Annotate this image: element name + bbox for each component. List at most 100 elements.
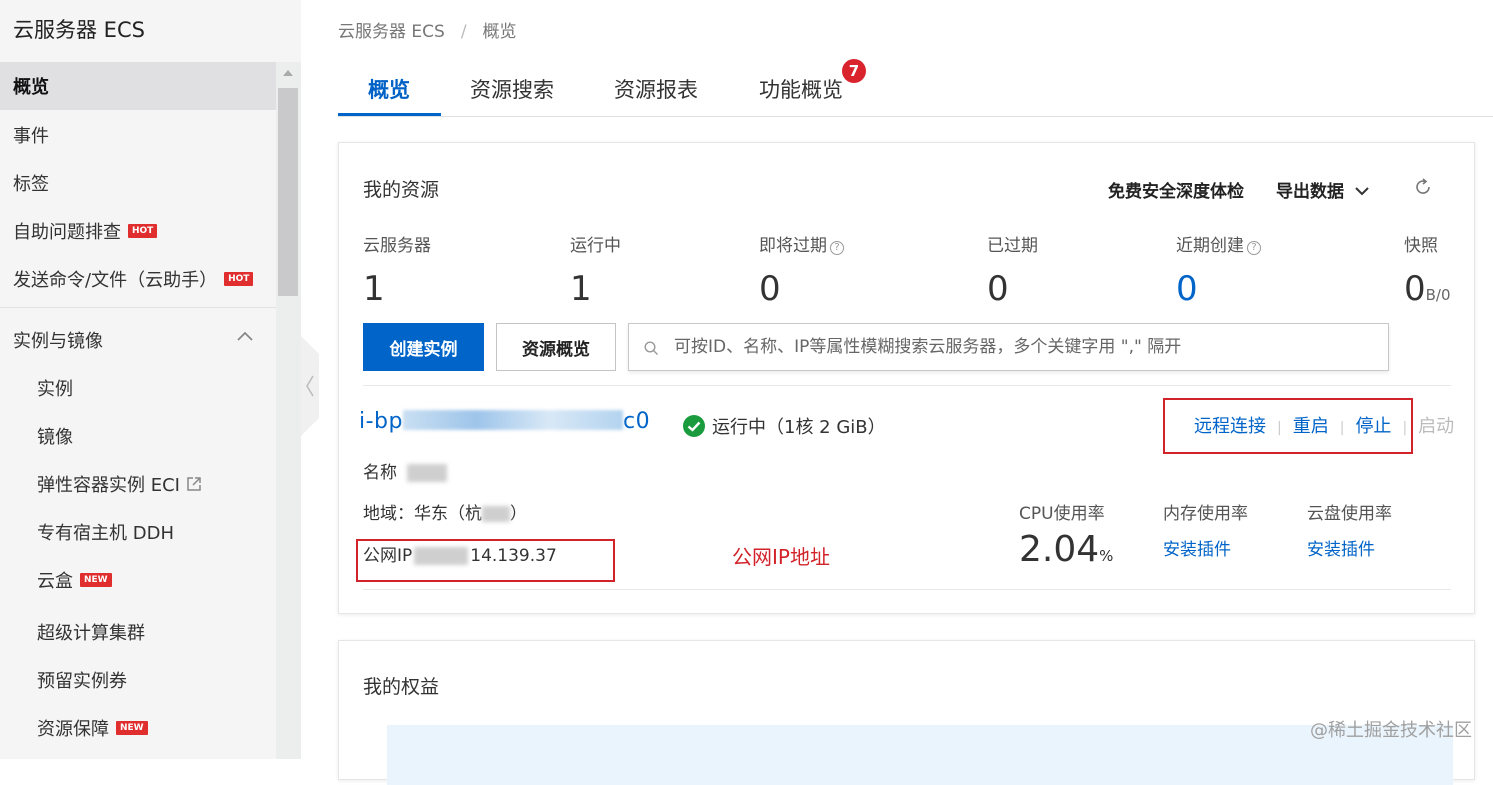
- tab-overview[interactable]: 概览: [368, 74, 410, 104]
- instance-status: 运行中（1核 2 GiB）: [682, 413, 886, 439]
- tab-resource-search[interactable]: 资源搜索: [470, 74, 554, 104]
- sidebar-item-label: 发送命令/文件（云助手）: [13, 270, 218, 291]
- sidebar-item-assurance[interactable]: 资源保障 NEW: [0, 704, 276, 752]
- export-data-dropdown[interactable]: 导出数据: [1276, 177, 1370, 202]
- sidebar-item-troubleshoot[interactable]: 自助问题排查 HOT: [0, 207, 276, 255]
- install-plugin-disk-link[interactable]: 安装插件: [1307, 535, 1375, 560]
- annotation-box-actions: [1163, 398, 1413, 454]
- sidebar-item-cloud-assistant[interactable]: 发送命令/文件（云助手） HOT: [0, 255, 276, 303]
- sidebar-item-eci[interactable]: 弹性容器实例 ECI: [0, 460, 276, 508]
- tab-resource-report[interactable]: 资源报表: [614, 74, 698, 104]
- stat-value-running[interactable]: 1: [570, 269, 592, 309]
- install-plugin-memory-link[interactable]: 安装插件: [1163, 535, 1231, 560]
- help-icon[interactable]: ?: [830, 241, 844, 255]
- stat-label-text: 即将过期: [759, 236, 827, 256]
- new-badge: NEW: [80, 573, 112, 587]
- instance-region: 地域：华东（杭 ）: [363, 499, 527, 524]
- redacted-text: [402, 410, 623, 430]
- create-instance-button[interactable]: 创建实例: [363, 323, 484, 371]
- refresh-icon[interactable]: [1413, 177, 1433, 197]
- breadcrumb-current: 概览: [482, 22, 517, 42]
- sidebar-item-cloudbox[interactable]: 云盒 NEW: [0, 556, 276, 604]
- sidebar-item-label: 镜像: [37, 427, 73, 448]
- stat-label-text: 近期创建: [1176, 236, 1244, 256]
- snapshot-value: 0: [1404, 269, 1426, 309]
- stat-value-expiring[interactable]: 0: [759, 269, 781, 309]
- new-badge: NEW: [116, 721, 148, 735]
- watermark: @稀土掘金技术社区: [1310, 720, 1472, 741]
- breadcrumb-root[interactable]: 云服务器 ECS: [338, 22, 445, 42]
- sidebar-scrollbar[interactable]: [276, 62, 301, 759]
- chevron-down-icon: [1355, 187, 1369, 196]
- sidebar-item-label: 自助问题排查: [13, 222, 121, 243]
- sidebar-item-label: 专有宿主机 DDH: [37, 523, 174, 544]
- stat-label-expired: 已过期: [987, 236, 1038, 256]
- instance-name: 名称: [363, 458, 447, 483]
- sidebar-group-label: 实例与镜像: [13, 331, 103, 352]
- search-box[interactable]: [628, 323, 1389, 371]
- check-circle-icon: [683, 415, 705, 437]
- breadcrumb-separator: /: [460, 22, 467, 42]
- card-title: 我的权益: [363, 676, 440, 698]
- chevron-up-icon: [237, 331, 253, 341]
- sidebar-item-tags[interactable]: 标签: [0, 159, 276, 207]
- sidebar-item-events[interactable]: 事件: [0, 111, 276, 159]
- snapshot-unit: B/0: [1425, 286, 1451, 304]
- divider: [363, 385, 1451, 386]
- stat-value-recent[interactable]: 0: [1176, 269, 1198, 309]
- sidebar-item-overview[interactable]: 概览: [0, 62, 276, 110]
- resource-overview-button[interactable]: 资源概览: [496, 323, 616, 371]
- instance-id-prefix: i-bp: [359, 409, 403, 434]
- tab-bar: 概览 资源搜索 资源报表 功能概览 7: [338, 56, 1493, 117]
- free-security-check-link[interactable]: 免费安全深度体检: [1108, 177, 1244, 202]
- stat-label-running: 运行中: [570, 236, 621, 256]
- sidebar-title: 云服务器 ECS: [13, 18, 145, 42]
- search-input[interactable]: [674, 324, 1374, 370]
- search-icon: [644, 341, 658, 355]
- sidebar-item-scc[interactable]: 超级计算集群: [0, 608, 276, 656]
- sidebar-item-instances[interactable]: 实例: [0, 364, 276, 412]
- sidebar-item-label: 弹性容器实例 ECI: [37, 475, 180, 496]
- active-tab-indicator: [338, 113, 441, 116]
- instance-id-link[interactable]: i-bp c0: [359, 409, 650, 434]
- sidebar-item-label: 标签: [13, 174, 49, 195]
- metric-label-memory: 内存使用率: [1163, 504, 1248, 524]
- card-title: 我的资源: [363, 179, 440, 201]
- help-icon[interactable]: ?: [1247, 241, 1261, 255]
- scroll-thumb[interactable]: [278, 88, 298, 296]
- region-label: 地域：华东: [363, 504, 448, 524]
- stat-value-snapshot[interactable]: 0B/0: [1404, 269, 1451, 309]
- sidebar-item-label: 事件: [13, 126, 49, 147]
- sidebar: 云服务器 ECS 概览 事件 标签 自助问题排查 HOT 发送命令/文件（云助手）…: [0, 0, 301, 759]
- sidebar-group-instances-images[interactable]: 实例与镜像: [0, 316, 276, 364]
- instance-id-suffix: c0: [622, 409, 651, 434]
- benefits-banner: [387, 725, 1453, 785]
- stat-value-servers[interactable]: 1: [363, 269, 385, 309]
- annotation-box-ip: [356, 539, 615, 582]
- scroll-up-arrow-icon[interactable]: [283, 70, 293, 76]
- sidebar-item-reserved[interactable]: 预留实例券: [0, 656, 276, 704]
- my-benefits-card: 我的权益: [338, 640, 1475, 785]
- sidebar-item-ddh[interactable]: 专有宿主机 DDH: [0, 508, 276, 556]
- sidebar-item-label: 概览: [13, 77, 49, 98]
- my-resources-card: 我的资源 免费安全深度体检 导出数据 云服务器 1 运行中 1 即将过期? 0 …: [338, 142, 1475, 614]
- tab-feature-overview[interactable]: 功能概览: [759, 74, 843, 104]
- sidebar-item-label: 预留实例券: [37, 671, 127, 692]
- sidebar-item-label: 超级计算集群: [37, 623, 145, 644]
- stat-value-expired[interactable]: 0: [987, 269, 1009, 309]
- region-mid: （杭: [448, 504, 482, 524]
- cpu-value: 2.04: [1019, 529, 1100, 570]
- sidebar-item-images[interactable]: 镜像: [0, 412, 276, 460]
- sidebar-collapse-handle[interactable]: [301, 336, 319, 436]
- annotation-label: 公网IP地址: [732, 545, 830, 569]
- sidebar-item-label: 资源保障: [37, 719, 109, 740]
- hot-badge: HOT: [224, 272, 254, 286]
- start-link[interactable]: 启动: [1418, 416, 1454, 437]
- name-label: 名称: [363, 463, 397, 483]
- metric-label-disk: 云盘使用率: [1307, 504, 1392, 524]
- cpu-unit: %: [1099, 547, 1114, 565]
- stat-label-servers: 云服务器: [363, 236, 431, 256]
- chevron-left-icon: [306, 375, 314, 397]
- stat-label-snapshot: 快照: [1404, 236, 1438, 256]
- redacted-text: [482, 506, 510, 522]
